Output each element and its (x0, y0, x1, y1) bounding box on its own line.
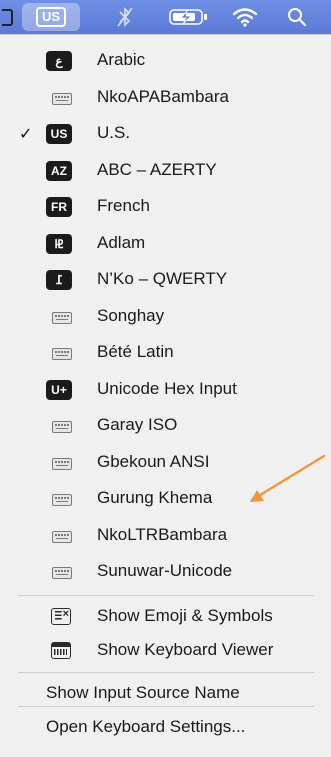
menu-item-us[interactable]: ✓ US U.S. (0, 118, 331, 150)
window-edge-icon[interactable] (0, 5, 14, 29)
menu-item-open-keyboard-settings[interactable]: Open Keyboard Settings... (0, 712, 331, 744)
menu-item-abc-azerty[interactable]: AZ ABC – AZERTY (0, 155, 331, 187)
menu-bar: US (0, 0, 331, 34)
menu-item-label: NkoLTRBambara (97, 524, 228, 544)
menu-item-label: Sunuwar-Unicode (97, 561, 233, 580)
menu-item-label: French (97, 196, 150, 215)
menu-item-label: ABC – AZERTY (97, 159, 217, 179)
menu-item-show-input-source-name[interactable]: Show Input Source Name (0, 678, 331, 708)
keyboard-icon (52, 311, 72, 324)
bluetooth-off-icon[interactable] (110, 5, 140, 29)
menu-item-label: Show Input Source Name (46, 682, 240, 702)
wifi-icon[interactable] (228, 5, 262, 29)
menu-item-label: Bété Latin (97, 342, 174, 361)
keyboard-icon (52, 530, 72, 543)
menu-item-nko-qwerty[interactable]: ߁ N’Ko – QWERTY (0, 264, 331, 296)
menu-item-label: Garay ISO (97, 415, 178, 434)
menu-item-nkoltrbambara[interactable]: NkoLTRBambara (0, 520, 331, 552)
keyboard-icon (52, 92, 72, 105)
emoji-symbols-icon (51, 607, 71, 625)
menu-item-label: Gbekoun ANSI (97, 451, 210, 471)
menu-item-show-emoji-symbols[interactable]: Show Emoji & Symbols (0, 601, 331, 633)
keyboard-icon (52, 348, 72, 360)
menu-item-bete-latin[interactable]: Bété Latin (0, 337, 331, 369)
menu-item-label: Gurung Khema (97, 488, 213, 507)
menu-item-label: Show Keyboard Viewer (97, 640, 274, 659)
menu-item-label: NkoAPABambara (97, 86, 229, 106)
keyboard-icon (52, 567, 72, 579)
nko-badge-icon: ߁ (46, 270, 72, 290)
menu-item-label: U.S. (97, 123, 131, 142)
menu-item-show-keyboard-viewer[interactable]: Show Keyboard Viewer (0, 635, 331, 667)
keyboard-viewer-icon (51, 642, 71, 659)
menu-item-french[interactable]: FR French (0, 191, 331, 223)
menu-item-label: Open Keyboard Settings... (46, 717, 246, 736)
menu-item-songhay[interactable]: Songhay (0, 301, 331, 333)
input-source-menu-button[interactable]: US (22, 3, 80, 31)
menu-item-label: Show Emoji & Symbols (97, 605, 273, 625)
menu-item-arabic[interactable]: ع Arabic (0, 45, 331, 77)
menu-separator (18, 671, 314, 673)
az-badge-icon: AZ (46, 160, 72, 181)
arabic-badge-icon: ع (46, 51, 72, 71)
us-badge-icon: US (35, 7, 67, 27)
menu-item-label: Unicode Hex Input (97, 378, 237, 398)
keyboard-icon (52, 421, 72, 433)
annotation-arrow-icon (250, 454, 326, 502)
menu-item-label: Songhay (97, 305, 165, 325)
checkmark-icon: ✓ (19, 126, 33, 143)
menu-item-sunuwar-unicode[interactable]: Sunuwar-Unicode (0, 556, 331, 588)
search-icon[interactable] (282, 5, 312, 29)
keyboard-icon (52, 457, 72, 470)
adlam-badge-icon: 𞤄 (46, 233, 72, 254)
input-source-menu: ع Arabic NkoAPABambara ✓ US U.S. AZ ABC … (0, 34, 331, 757)
menu-item-label: Adlam (97, 232, 146, 252)
menu-item-garay-iso[interactable]: Garay ISO (0, 410, 331, 442)
menu-item-nkoapabambara[interactable]: NkoAPABambara (0, 82, 331, 114)
keyboard-icon (52, 494, 72, 506)
menu-item-label: Arabic (97, 50, 146, 69)
menu-separator (18, 594, 314, 596)
menu-separator (18, 706, 314, 707)
menu-item-unicode-hex-input[interactable]: U+ Unicode Hex Input (0, 374, 331, 406)
us-badge-icon: US (46, 124, 72, 144)
battery-charging-icon[interactable] (160, 5, 216, 29)
fr-badge-icon: FR (46, 197, 72, 217)
menu-item-label: N’Ko – QWERTY (97, 269, 228, 288)
unicode-badge-icon: U+ (46, 379, 72, 400)
menu-item-adlam[interactable]: 𞤄 Adlam (0, 228, 331, 260)
